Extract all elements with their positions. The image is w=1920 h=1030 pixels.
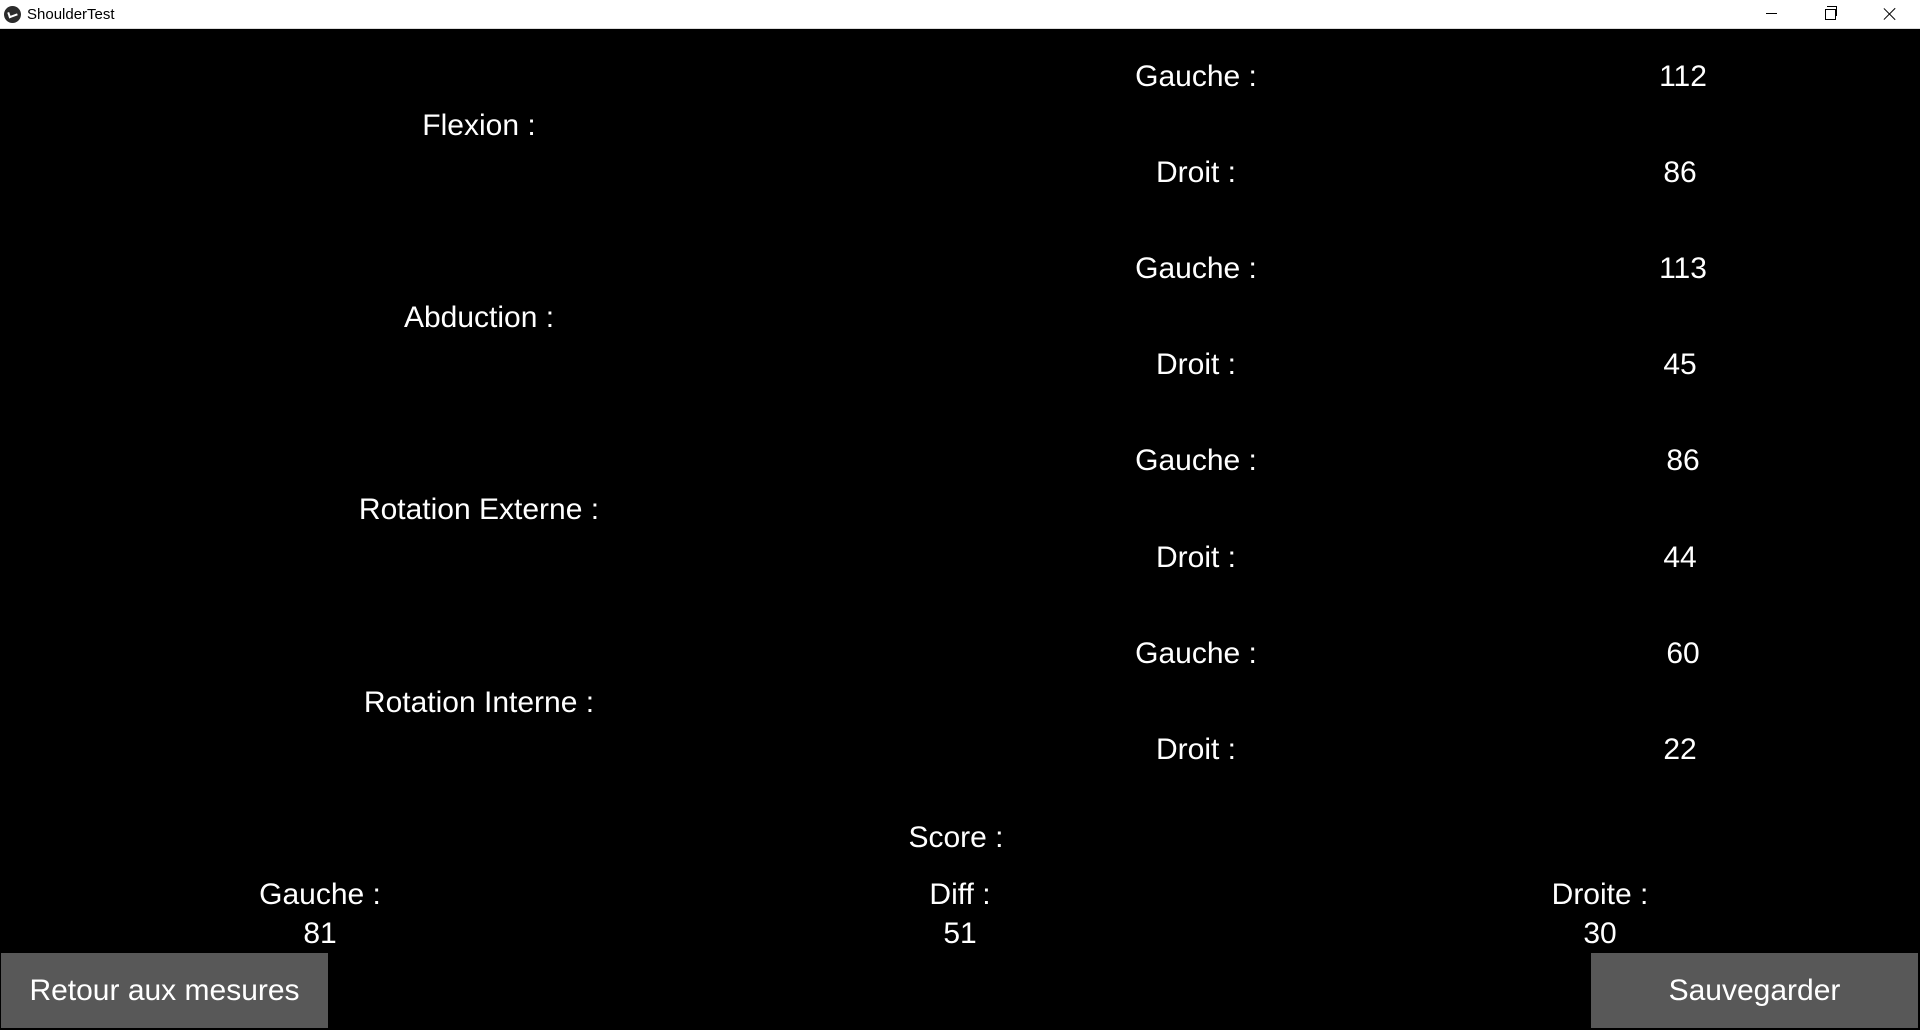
close-button[interactable] — [1858, 0, 1920, 28]
score-title: Score : — [908, 821, 1004, 854]
droit-value: 44 — [1663, 541, 1697, 574]
measure-name: Abduction : — [403, 301, 555, 334]
droit-value: 22 — [1663, 733, 1697, 766]
gauche-label: Gauche : — [1135, 637, 1257, 670]
measure-name: Rotation Externe : — [358, 493, 600, 526]
gauche-label: Gauche : — [1135, 60, 1257, 93]
score-gauche-label: Gauche : — [259, 878, 381, 911]
score-droite-value: 30 — [1583, 917, 1617, 950]
gauche-label: Gauche : — [1135, 444, 1257, 477]
window-title: ShoulderTest — [27, 6, 115, 23]
save-button[interactable]: Sauvegarder — [1591, 953, 1918, 1028]
gauche-value: 112 — [1659, 60, 1707, 93]
gauche-value: 86 — [1666, 444, 1700, 477]
score-diff-label: Diff : — [929, 878, 991, 911]
score-diff-value: 51 — [943, 917, 977, 950]
minimize-icon — [1766, 13, 1777, 14]
gauche-value: 113 — [1659, 252, 1707, 285]
app-logo-icon — [4, 6, 21, 23]
score-gauche-value: 81 — [303, 917, 337, 950]
droit-value: 86 — [1663, 156, 1697, 189]
measure-name: Rotation Interne : — [363, 686, 595, 719]
droit-label: Droit : — [1155, 733, 1237, 766]
gauche-label: Gauche : — [1135, 252, 1257, 285]
restore-icon — [1825, 6, 1837, 20]
droit-label: Droit : — [1155, 156, 1237, 189]
measure-name: Flexion : — [422, 109, 536, 142]
droit-value: 45 — [1663, 348, 1697, 381]
droit-label: Droit : — [1155, 541, 1237, 574]
restore-button[interactable] — [1800, 0, 1858, 28]
gauche-value: 60 — [1666, 637, 1700, 670]
title-bar: ShoulderTest — [0, 0, 1920, 29]
minimize-button[interactable] — [1742, 0, 1800, 28]
back-to-measures-button[interactable]: Retour aux mesures — [1, 953, 328, 1028]
close-icon — [1883, 7, 1897, 21]
droit-label: Droit : — [1155, 348, 1237, 381]
score-droite-label: Droite : — [1551, 878, 1649, 911]
